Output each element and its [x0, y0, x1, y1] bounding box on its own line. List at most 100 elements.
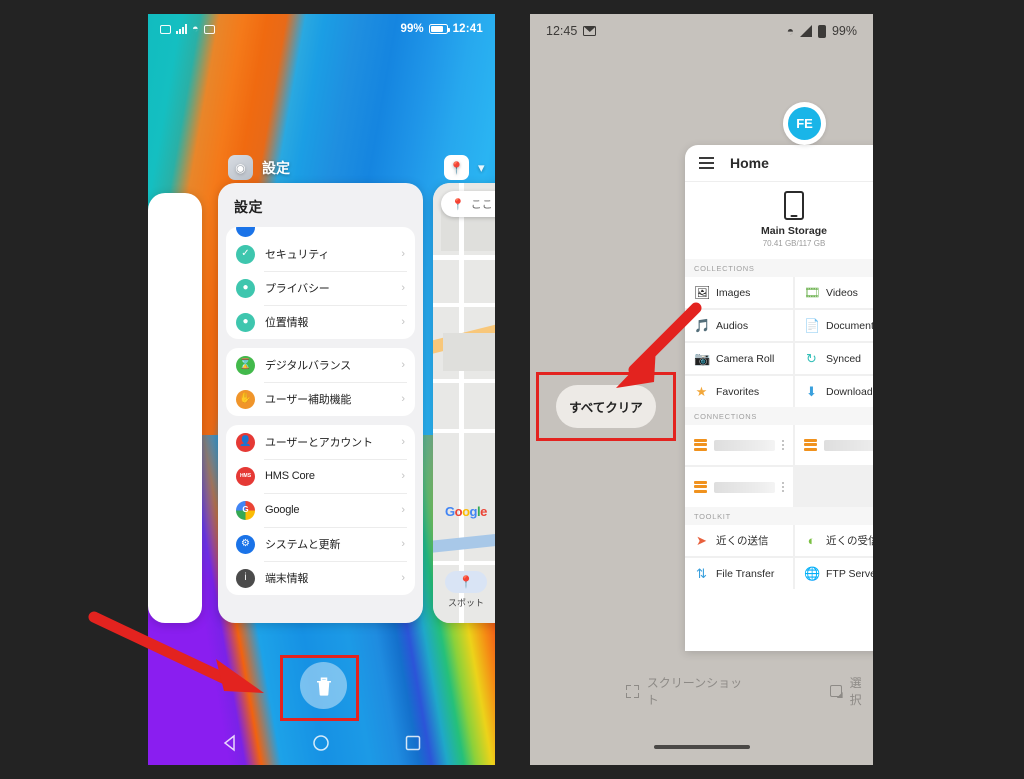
collection-documents[interactable]: 📄 Documents [795, 310, 873, 341]
shield-icon: ✓ [236, 244, 255, 264]
server-icon [804, 438, 817, 452]
sim-icon [203, 24, 215, 34]
collection-downloads[interactable]: ⬇ Downloads [795, 376, 873, 407]
settings-row-label: HMS Core [265, 470, 315, 482]
chevron-right-icon: › [401, 282, 405, 294]
settings-row-security[interactable]: ✓ セキュリティ › [226, 237, 415, 271]
home-indicator[interactable] [653, 744, 750, 749]
cell-label: Videos [826, 286, 858, 299]
settings-row-label: 位置情報 [265, 317, 309, 329]
main-storage-tile[interactable]: Main Storage 70.41 GB/117 GB [685, 182, 873, 259]
toolkit-receive-nearby[interactable]: ◐ 近くの受信 [795, 525, 873, 556]
documents-icon: 📄 [804, 318, 821, 333]
chevron-right-icon: › [401, 470, 405, 482]
select-action-label: 選択 [849, 676, 862, 707]
settings-row-partial[interactable] [226, 227, 415, 237]
gear-icon: ⚙ [236, 534, 255, 554]
recents-bottom-actions: スクリーンショット 選択 [530, 674, 873, 708]
settings-row-users-accounts[interactable]: 👤 ユーザーとアカウント › [226, 425, 415, 459]
chevron-right-icon: › [401, 538, 405, 550]
storage-name: Main Storage [761, 225, 827, 237]
recents-square-icon[interactable] [404, 734, 422, 752]
section-title-collections: COLLECTIONS [685, 259, 873, 277]
connections-grid [685, 425, 873, 507]
section-title-connections: CONNECTIONS [685, 407, 873, 425]
cell-label: FTP Server [826, 567, 873, 580]
settings-group-2: ⌛ デジタルバランス › ✋ ユーザー補助機能 › [226, 348, 415, 416]
settings-row-label: プライバシー [265, 283, 330, 295]
recents-card-settings[interactable]: 設定 ✓ セキュリティ › ● プライバシー › ● 位置情報 › ⌛ デジタル… [218, 183, 423, 623]
recents-card-file-explorer[interactable]: Home ⚙ Main Storage 70.41 GB/117 GB COLL… [685, 145, 873, 651]
toolkit-file-transfer[interactable]: ⇅ File Transfer [685, 558, 793, 589]
settings-row-label: 端末情報 [265, 573, 309, 585]
receive-nearby-icon: ◐ [807, 533, 816, 548]
wifi-icon: ◓ [192, 22, 199, 35]
left-status-bar: ◓ 99% 12:41 [148, 14, 495, 44]
synced-icon: ↻ [806, 351, 817, 366]
info-icon: i [236, 568, 255, 588]
collection-videos[interactable]: 🎞 Videos [795, 277, 873, 308]
toolkit-send-nearby[interactable]: ➤ 近くの送信 [685, 525, 793, 556]
recents-card-blank[interactable] [148, 193, 202, 623]
settings-row-hms-core[interactable]: HMS HMS Core › [226, 459, 415, 493]
nfc-icon [160, 24, 171, 34]
select-icon [829, 685, 842, 697]
google-watermark: Google [445, 504, 487, 519]
collections-grid: 🖼Images 🎞Videos 🎵Audios 📄Documents 📷Came… [685, 277, 873, 407]
map-canvas[interactable] [433, 183, 495, 623]
screenshot-action[interactable]: スクリーンショット [626, 674, 752, 708]
overflow-menu-icon[interactable] [782, 482, 784, 492]
maps-search-input[interactable]: 📍 ここ [441, 191, 495, 217]
settings-group-3: 👤 ユーザーとアカウント › HMS HMS Core › G Google ›… [226, 425, 415, 595]
fe-toolbar: Home ⚙ [685, 145, 873, 182]
toolkit-ftp-server[interactable]: 🌐 FTP Server [795, 558, 873, 589]
select-action[interactable]: 選択 [829, 674, 873, 708]
section-title-toolkit: TOOLKIT [685, 507, 873, 525]
server-icon [694, 480, 707, 494]
recents-card-google-maps[interactable]: 📍 ここ Google 📍 スポット [433, 183, 495, 623]
settings-row-label: システムと更新 [265, 539, 341, 551]
collection-synced[interactable]: ↻ Synced [795, 343, 873, 374]
signal-bars-icon [176, 24, 187, 34]
settings-row-about-phone[interactable]: i 端末情報 › [226, 561, 415, 595]
maps-card-close-chevron: ▾ [478, 159, 485, 175]
clear-recents-trash-button[interactable] [300, 662, 347, 709]
connection-item[interactable] [685, 425, 793, 465]
trash-icon [316, 676, 331, 696]
chevron-right-icon: › [401, 359, 405, 371]
maps-search-text: ここ [470, 199, 493, 211]
settings-card-label: ◉ 設定 [228, 155, 290, 180]
chevron-right-icon: › [401, 248, 405, 260]
location-pin-icon: ● [236, 312, 255, 332]
toolkit-grid: ➤ 近くの送信 ◐ 近くの受信 ⇅ File Transfer 🌐 FTP Server [685, 525, 873, 589]
cell-label: Camera Roll [716, 352, 775, 365]
file-explorer-app-icon[interactable]: FE [783, 102, 826, 145]
wifi-icon: ◓ [786, 24, 794, 38]
connections-empty-cell [795, 467, 873, 498]
downloads-icon: ⬇ [806, 384, 817, 399]
settings-row-location[interactable]: ● 位置情報 › [226, 305, 415, 339]
maps-spot-button[interactable]: 📍 スポット [445, 571, 487, 609]
settings-row-digital-balance[interactable]: ⌛ デジタルバランス › [226, 348, 415, 382]
chevron-right-icon: › [401, 572, 405, 584]
maps-spot-label: スポット [447, 598, 484, 608]
settings-row-label: ユーザー補助機能 [265, 394, 352, 406]
fe-page-title: Home [730, 155, 769, 171]
hamburger-icon[interactable] [699, 157, 714, 169]
cell-label: Downloads [826, 385, 873, 398]
chevron-right-icon: › [401, 393, 405, 405]
back-triangle-icon[interactable] [221, 734, 239, 752]
partial-icon [236, 227, 255, 237]
storage-usage: 70.41 GB/117 GB [762, 239, 826, 248]
settings-row-accessibility[interactable]: ✋ ユーザー補助機能 › [226, 382, 415, 416]
arrow-to-clear-all-button [616, 302, 702, 388]
settings-app-name: 設定 [262, 159, 290, 176]
settings-row-privacy[interactable]: ● プライバシー › [226, 271, 415, 305]
connection-item[interactable] [685, 467, 793, 507]
connection-item[interactable] [795, 425, 873, 465]
overflow-menu-icon[interactable] [782, 440, 784, 450]
home-circle-icon[interactable] [312, 734, 330, 752]
settings-row-google[interactable]: G Google › [226, 493, 415, 527]
settings-row-system-update[interactable]: ⚙ システムと更新 › [226, 527, 415, 561]
left-battery-percent: 99% [400, 23, 424, 35]
